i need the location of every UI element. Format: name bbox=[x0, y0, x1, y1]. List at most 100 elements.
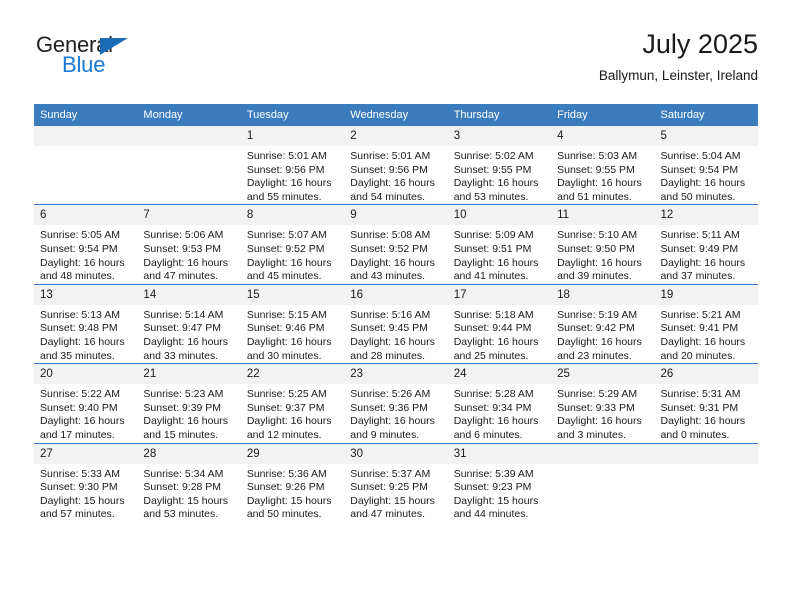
sunrise-text: Sunrise: 5:05 AM bbox=[40, 229, 120, 242]
page-header: General Blue July 2025 Ballymun, Leinste… bbox=[34, 28, 758, 98]
sunset-text: Sunset: 9:47 PM bbox=[143, 322, 222, 335]
calendar-page: General Blue July 2025 Ballymun, Leinste… bbox=[0, 0, 792, 612]
day-details: Sunrise: 5:31 AM Sunset: 9:31 PM Daylight:… bbox=[655, 384, 758, 442]
sunrise-text: Sunrise: 5:37 AM bbox=[350, 467, 431, 480]
calendar-table: Sunday Monday Tuesday Wednesday Thursday… bbox=[34, 104, 758, 522]
day-number: 28 bbox=[137, 443, 241, 464]
calendar-day-cell[interactable]: 26 Sunrise: 5:31 AM Sunset: 9:31 PM Dayligh… bbox=[654, 363, 758, 443]
calendar-day-cell[interactable]: 3 Sunrise: 5:02 AM Sunset: 9:55 PM Daylight… bbox=[447, 126, 552, 205]
day-number bbox=[34, 126, 138, 146]
daylight-text-line1: Daylight: 16 hours bbox=[453, 256, 539, 269]
day-details: Sunrise: 5:03 AM Sunset: 9:55 PM Daylight:… bbox=[551, 146, 654, 204]
sunset-text: Sunset: 9:48 PM bbox=[40, 322, 118, 335]
sunrise-text: Sunrise: 5:28 AM bbox=[453, 388, 534, 401]
title-block: July 2025 Ballymun, Leinster, Ireland bbox=[599, 28, 758, 85]
sunset-text: Sunset: 9:55 PM bbox=[557, 163, 635, 176]
calendar-day-cell[interactable]: 5 Sunrise: 5:04 AM Sunset: 9:54 PM Daylight… bbox=[654, 126, 758, 205]
day-number: 5 bbox=[654, 126, 758, 146]
calendar-day-cell[interactable]: 12 Sunrise: 5:11 AM Sunset: 9:49 PM Dayligh… bbox=[654, 204, 758, 285]
daylight-text-line2: and 20 minutes. bbox=[660, 349, 736, 362]
daylight-text-line2: and 51 minutes. bbox=[557, 190, 632, 203]
daylight-text-line1: Daylight: 15 hours bbox=[246, 494, 332, 507]
day-number: 7 bbox=[137, 205, 241, 226]
daylight-text-line2: and 28 minutes. bbox=[350, 349, 425, 362]
daylight-text-line1: Daylight: 16 hours bbox=[557, 335, 642, 348]
daylight-text-line2: and 53 minutes. bbox=[453, 190, 529, 203]
calendar-day-cell[interactable]: 11 Sunrise: 5:10 AM Sunset: 9:50 PM Dayligh… bbox=[551, 204, 655, 285]
daylight-text-line1: Daylight: 16 hours bbox=[350, 256, 435, 269]
sunrise-text: Sunrise: 5:09 AM bbox=[453, 229, 534, 242]
day-details: Sunrise: 5:19 AM Sunset: 9:42 PM Daylight:… bbox=[551, 305, 654, 363]
calendar-day-cell[interactable]: 2 Sunrise: 5:01 AM Sunset: 9:56 PM Daylight… bbox=[344, 126, 448, 205]
daylight-text-line1: Daylight: 16 hours bbox=[143, 256, 229, 269]
calendar-day-cell[interactable]: 21 Sunrise: 5:23 AM Sunset: 9:39 PM Dayligh… bbox=[137, 363, 241, 443]
calendar-day-cell[interactable]: 24 Sunrise: 5:28 AM Sunset: 9:34 PM Dayligh… bbox=[447, 363, 552, 443]
weekday-header-wednesday: Wednesday bbox=[344, 104, 448, 126]
calendar-day-cell[interactable]: 8 Sunrise: 5:07 AM Sunset: 9:52 PM Daylight… bbox=[240, 204, 345, 285]
day-number: 11 bbox=[551, 205, 655, 226]
daylight-text-line1: Daylight: 16 hours bbox=[40, 335, 125, 348]
daylight-text-line1: Daylight: 16 hours bbox=[557, 177, 642, 190]
sunrise-text: Sunrise: 5:31 AM bbox=[660, 388, 741, 401]
calendar-day-cell[interactable]: 1 Sunrise: 5:01 AM Sunset: 9:56 PM Daylight… bbox=[240, 126, 345, 205]
daylight-text-line2: and 30 minutes. bbox=[246, 349, 322, 362]
sunrise-text: Sunrise: 5:23 AM bbox=[143, 388, 224, 401]
daylight-text-line1: Daylight: 16 hours bbox=[246, 335, 332, 348]
calendar-day-cell[interactable]: 9 Sunrise: 5:08 AM Sunset: 9:52 PM Daylight… bbox=[344, 204, 448, 285]
calendar-week-row: 1 Sunrise: 5:01 AM Sunset: 9:56 PM Daylight… bbox=[34, 126, 758, 205]
daylight-text-line2: and 55 minutes. bbox=[246, 190, 322, 203]
calendar-day-cell[interactable]: 7 Sunrise: 5:06 AM Sunset: 9:53 PM Daylight… bbox=[137, 204, 241, 285]
daylight-text-line2: and 57 minutes. bbox=[40, 508, 115, 521]
daylight-text-line2: and 45 minutes. bbox=[246, 270, 322, 283]
logo-text-blue: Blue bbox=[62, 52, 106, 77]
calendar-day-cell[interactable]: 13 Sunrise: 5:13 AM Sunset: 9:48 PM Dayligh… bbox=[34, 283, 138, 364]
calendar-day-cell[interactable]: 17 Sunrise: 5:18 AM Sunset: 9:44 PM Dayligh… bbox=[447, 283, 552, 364]
sunset-text: Sunset: 9:31 PM bbox=[660, 401, 739, 414]
day-number: 20 bbox=[34, 364, 138, 385]
calendar-day-cell[interactable]: 15 Sunrise: 5:15 AM Sunset: 9:46 PM Dayligh… bbox=[240, 283, 345, 364]
day-details: Sunrise: 5:28 AM Sunset: 9:34 PM Daylight:… bbox=[448, 384, 551, 442]
day-number: 26 bbox=[654, 364, 758, 385]
daylight-text-line1: Daylight: 16 hours bbox=[143, 415, 229, 428]
calendar-day-cell[interactable]: 25 Sunrise: 5:29 AM Sunset: 9:33 PM Dayligh… bbox=[551, 363, 655, 443]
sunrise-text: Sunrise: 5:25 AM bbox=[246, 388, 327, 401]
daylight-text-line1: Daylight: 16 hours bbox=[40, 256, 125, 269]
daylight-text-line2: and 53 minutes. bbox=[143, 508, 219, 521]
calendar-day-cell[interactable]: 22 Sunrise: 5:25 AM Sunset: 9:37 PM Dayligh… bbox=[240, 363, 345, 443]
sunrise-text: Sunrise: 5:36 AM bbox=[246, 467, 327, 480]
sunrise-text: Sunrise: 5:06 AM bbox=[143, 229, 224, 242]
calendar-day-cell[interactable]: 18 Sunrise: 5:19 AM Sunset: 9:42 PM Dayligh… bbox=[551, 283, 655, 364]
daylight-text-line1: Daylight: 16 hours bbox=[350, 415, 435, 428]
calendar-day-cell[interactable]: 4 Sunrise: 5:03 AM Sunset: 9:55 PM Daylight… bbox=[551, 126, 655, 205]
day-number: 4 bbox=[551, 126, 655, 146]
day-number: 27 bbox=[34, 443, 138, 464]
day-details: Sunrise: 5:29 AM Sunset: 9:33 PM Daylight:… bbox=[551, 384, 654, 442]
calendar-day-cell[interactable]: 29 Sunrise: 5:36 AM Sunset: 9:26 PM Dayligh… bbox=[240, 442, 345, 522]
sunrise-text: Sunrise: 5:03 AM bbox=[557, 150, 638, 162]
daylight-text-line2: and 47 minutes. bbox=[143, 270, 219, 283]
calendar-day-cell[interactable]: 19 Sunrise: 5:21 AM Sunset: 9:41 PM Dayligh… bbox=[654, 283, 758, 364]
calendar-day-cell[interactable]: 20 Sunrise: 5:22 AM Sunset: 9:40 PM Dayligh… bbox=[34, 363, 138, 443]
sunset-text: Sunset: 9:56 PM bbox=[350, 163, 428, 176]
calendar-day-cell[interactable]: 23 Sunrise: 5:26 AM Sunset: 9:36 PM Dayligh… bbox=[344, 363, 448, 443]
calendar-day-cell[interactable]: 16 Sunrise: 5:16 AM Sunset: 9:45 PM Dayligh… bbox=[344, 283, 448, 364]
sunset-text: Sunset: 9:34 PM bbox=[453, 401, 532, 414]
day-details: Sunrise: 5:10 AM Sunset: 9:50 PM Daylight:… bbox=[551, 225, 654, 283]
calendar-day-cell[interactable]: 31 Sunrise: 5:39 AM Sunset: 9:23 PM Dayligh… bbox=[447, 442, 552, 522]
sunset-text: Sunset: 9:41 PM bbox=[660, 322, 739, 335]
daylight-text-line2: and 48 minutes. bbox=[40, 270, 115, 283]
sunset-text: Sunset: 9:23 PM bbox=[453, 481, 532, 494]
daylight-text-line1: Daylight: 16 hours bbox=[660, 415, 746, 428]
calendar-cell-empty bbox=[654, 442, 758, 522]
calendar-day-cell[interactable]: 27 Sunrise: 5:33 AM Sunset: 9:30 PM Dayligh… bbox=[34, 442, 138, 522]
calendar-day-cell[interactable]: 10 Sunrise: 5:09 AM Sunset: 9:51 PM Dayligh… bbox=[447, 204, 552, 285]
calendar-day-cell[interactable]: 6 Sunrise: 5:05 AM Sunset: 9:54 PM Daylight… bbox=[34, 204, 138, 285]
general-blue-logo[interactable]: General Blue bbox=[36, 34, 216, 90]
weekday-header-friday: Friday bbox=[551, 104, 655, 126]
day-details: Sunrise: 5:02 AM Sunset: 9:55 PM Daylight:… bbox=[448, 146, 551, 204]
sunset-text: Sunset: 9:37 PM bbox=[246, 401, 325, 414]
day-details: Sunrise: 5:06 AM Sunset: 9:53 PM Daylight:… bbox=[137, 225, 240, 283]
calendar-day-cell[interactable]: 14 Sunrise: 5:14 AM Sunset: 9:47 PM Dayligh… bbox=[137, 283, 241, 364]
calendar-day-cell[interactable]: 28 Sunrise: 5:34 AM Sunset: 9:28 PM Dayligh… bbox=[137, 442, 241, 522]
calendar-day-cell[interactable]: 30 Sunrise: 5:37 AM Sunset: 9:25 PM Dayligh… bbox=[344, 442, 448, 522]
